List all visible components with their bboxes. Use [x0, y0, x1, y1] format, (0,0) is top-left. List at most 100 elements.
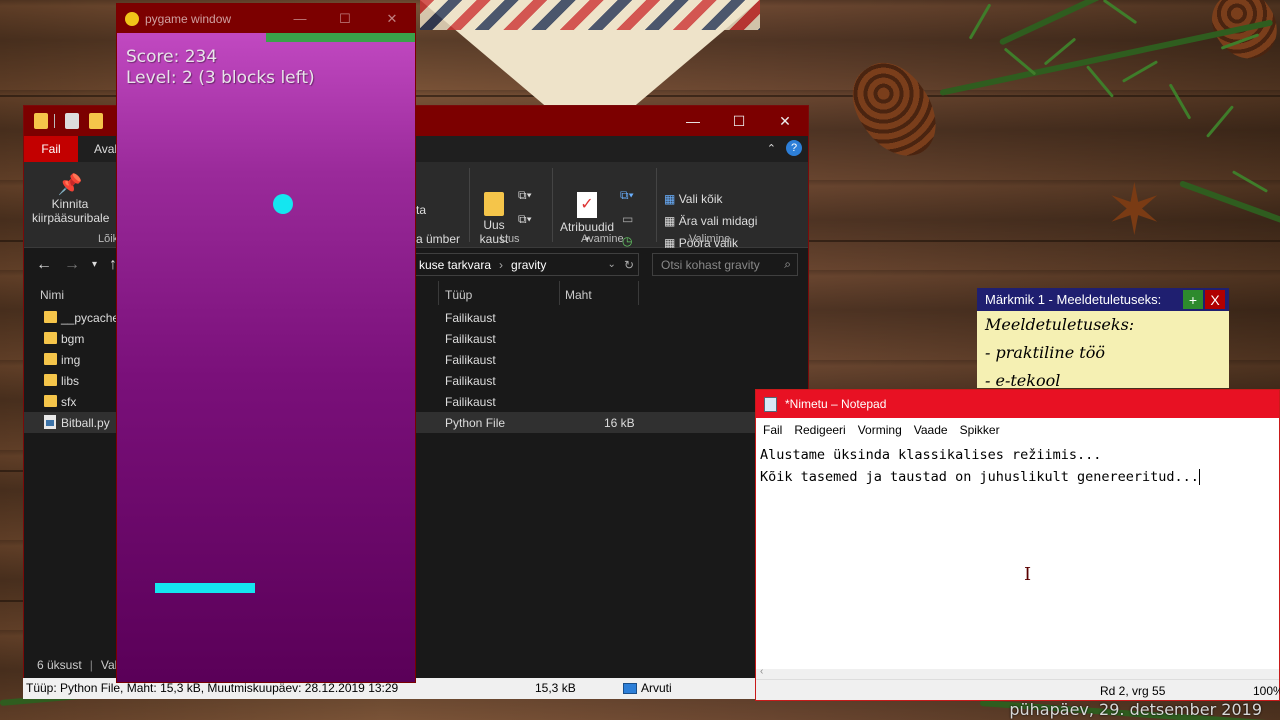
- select-none-icon: ▦: [664, 214, 676, 228]
- window-title: pygame window: [145, 11, 232, 26]
- menu-item-file[interactable]: Fail: [756, 423, 788, 437]
- help-icon[interactable]: ?: [786, 140, 802, 156]
- file-details: Tüüp: Python File, Maht: 15,3 kB, Muutmi…: [26, 681, 399, 695]
- partial-ribbon-label[interactable]: ta: [416, 203, 426, 217]
- selected-count: Val: [100, 658, 118, 672]
- folder-icon: [44, 395, 57, 407]
- note-line[interactable]: Meeldetuletuseks:: [977, 311, 1229, 339]
- text-line[interactable]: Kõik tasemed ja taustad on juhuslikult g…: [760, 469, 1199, 485]
- pin-quick-access-button[interactable]: 📌 Kinnita kiirpääsuribale: [32, 172, 109, 225]
- new-folder-label: Uus: [483, 218, 505, 232]
- open-icon[interactable]: ⧉▾: [620, 188, 634, 203]
- new-group-label: Uus: [500, 233, 520, 245]
- location-label: Arvuti: [641, 681, 672, 695]
- desktop-date: pühapäev, 29. detsember 2019: [1009, 700, 1262, 719]
- properties-check-icon[interactable]: [65, 113, 79, 129]
- pygame-snake-icon: [125, 11, 139, 26]
- file-name: bgm: [61, 332, 85, 346]
- close-button[interactable]: ✕: [762, 106, 808, 136]
- file-name: img: [61, 353, 81, 367]
- pygame-window: pygame window — ☐ ✕ Score: 234 Level: 2 …: [116, 3, 416, 683]
- pin-icon: 📌: [57, 174, 83, 196]
- column-header-name[interactable]: Nimi: [40, 288, 64, 302]
- close-note-button[interactable]: X: [1205, 290, 1225, 309]
- folder-icon: [44, 353, 57, 365]
- select-group-label: Valimine: [689, 233, 731, 245]
- folder-icon: [484, 192, 504, 216]
- refresh-icon[interactable]: ↻: [624, 258, 634, 272]
- menu-item-help[interactable]: Spikker: [954, 423, 1006, 437]
- level-progress-bar: [266, 33, 415, 42]
- search-placeholder: Otsi kohast gravity: [661, 257, 760, 272]
- properties-label: Atribuudid: [559, 220, 615, 234]
- minimize-button[interactable]: —: [280, 4, 320, 33]
- folder-icon: [34, 113, 48, 129]
- horizontal-scrollbar[interactable]: ‹: [756, 666, 1279, 679]
- file-type: Failikaust: [445, 395, 496, 409]
- text-editor[interactable]: Alustame üksinda klassikalises režiimis.…: [760, 444, 1200, 488]
- star-anise-decoration: ✶: [1105, 171, 1164, 249]
- notepad-window: *Nimetu – Notepad Fail Redigeeri Vorming…: [755, 389, 1280, 701]
- breadcrumb-item[interactable]: kuse tarkvara: [419, 258, 491, 272]
- sticky-title-bar[interactable]: Märkmik 1 - Meeldetuletuseks: + X: [977, 288, 1229, 311]
- select-all-label: Vali kõik: [678, 192, 723, 206]
- file-name: sfx: [61, 395, 77, 409]
- select-none-label: Ära vali midagi: [678, 214, 758, 228]
- minimize-button[interactable]: —: [670, 106, 716, 136]
- level-display: Level: 2 (3 blocks left): [126, 68, 315, 88]
- pin-label: Kinnita: [51, 197, 89, 211]
- item-count: 6 üksust: [37, 658, 82, 672]
- collapse-ribbon-icon[interactable]: ⌃: [767, 142, 776, 155]
- scroll-left-icon[interactable]: ‹: [760, 666, 763, 677]
- close-button[interactable]: ✕: [372, 4, 412, 33]
- notepad-title-bar[interactable]: *Nimetu – Notepad: [756, 390, 1279, 418]
- file-type: Failikaust: [445, 332, 496, 346]
- search-input[interactable]: Otsi kohast gravity ⌕: [652, 253, 798, 276]
- forward-arrow-icon[interactable]: →: [64, 256, 80, 274]
- notepad-icon: [764, 396, 777, 412]
- file-size-detail: 15,3 kB: [535, 681, 576, 695]
- file-size: 16 kB: [604, 416, 635, 430]
- breadcrumb-separator-icon: ›: [499, 257, 504, 272]
- pygame-title-bar[interactable]: pygame window — ☐ ✕: [117, 4, 415, 33]
- file-type: Failikaust: [445, 353, 496, 367]
- file-name: libs: [61, 374, 80, 388]
- new-item-icon[interactable]: ⧉▾: [518, 188, 532, 203]
- back-arrow-icon[interactable]: ←: [36, 256, 52, 274]
- recent-locations-icon[interactable]: ▾: [92, 259, 97, 270]
- game-ball: [273, 194, 293, 214]
- tab-file[interactable]: Fail: [24, 136, 78, 162]
- address-bar[interactable]: kuse tarkvara › gravity ⌄ ↻: [414, 253, 639, 276]
- sticky-note: Märkmik 1 - Meeldetuletuseks: + X Meelde…: [977, 288, 1229, 388]
- score-display: Score: 234: [126, 47, 218, 67]
- new-folder-icon[interactable]: [89, 113, 103, 129]
- column-header-size[interactable]: Maht: [565, 288, 592, 302]
- easy-access-icon[interactable]: ⧉▾: [518, 212, 532, 227]
- search-icon: ⌕: [784, 257, 791, 271]
- file-type: Python File: [445, 416, 506, 430]
- edit-icon[interactable]: ▭: [622, 212, 633, 226]
- select-all-button[interactable]: ▦ Vali kõik: [664, 192, 722, 206]
- address-dropdown-icon[interactable]: ⌄: [608, 259, 616, 270]
- maximize-button[interactable]: ☐: [325, 4, 365, 33]
- pinecone-decoration: [837, 48, 953, 172]
- select-none-button[interactable]: ▦ Ära vali midagi: [664, 214, 757, 228]
- maximize-button[interactable]: ☐: [716, 106, 762, 136]
- column-header-type[interactable]: Tüüp: [445, 288, 472, 302]
- partial-ribbon-label[interactable]: a ümber: [416, 232, 460, 246]
- text-line[interactable]: Alustame üksinda klassikalises režiimis.…: [760, 444, 1200, 466]
- file-type: Failikaust: [445, 311, 496, 325]
- add-note-button[interactable]: +: [1183, 290, 1203, 309]
- properties-check-icon: ✓: [577, 192, 597, 218]
- menu-item-view[interactable]: Vaade: [908, 423, 954, 437]
- note-line[interactable]: - e-tekool: [977, 367, 1229, 388]
- file-type: Failikaust: [445, 374, 496, 388]
- breadcrumb-item[interactable]: gravity: [511, 258, 546, 272]
- menu-item-edit[interactable]: Redigeeri: [788, 423, 851, 437]
- ibeam-cursor-icon: I: [1024, 564, 1032, 585]
- menu-bar: Fail Redigeeri Vorming Vaade Spikker: [756, 418, 1279, 442]
- folder-icon: [44, 311, 57, 323]
- folder-icon: [44, 332, 57, 344]
- menu-item-format[interactable]: Vorming: [852, 423, 908, 437]
- note-line[interactable]: - praktiline töö: [977, 339, 1229, 367]
